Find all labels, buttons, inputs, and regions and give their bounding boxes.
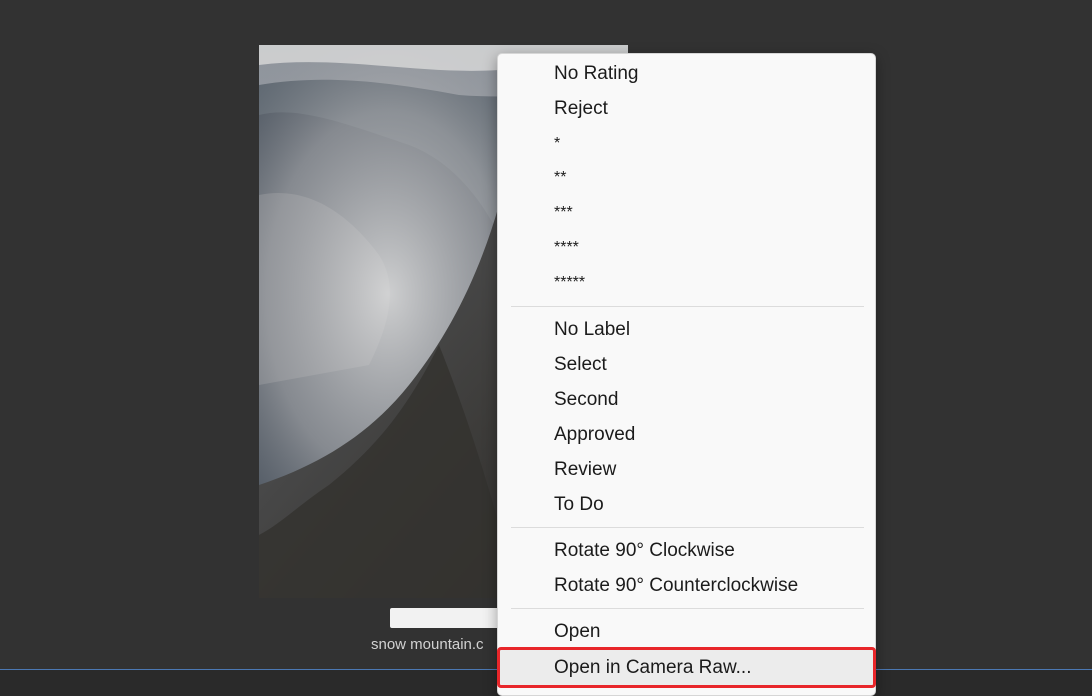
menu-item-rating-5[interactable]: ***** (500, 265, 873, 300)
menu-item-rating-2[interactable]: ** (500, 160, 873, 195)
menu-item-select[interactable]: Select (500, 347, 873, 382)
menu-item-rotate-counterclockwise[interactable]: Rotate 90° Counterclockwise (500, 568, 873, 603)
menu-item-rating-4[interactable]: **** (500, 230, 873, 265)
menu-separator (511, 527, 864, 528)
menu-item-open-in-camera-raw[interactable]: Open in Camera Raw... (497, 647, 876, 688)
menu-separator (511, 306, 864, 307)
menu-item-rating-1[interactable]: * (500, 126, 873, 161)
menu-item-no-label[interactable]: No Label (500, 312, 873, 347)
menu-item-open[interactable]: Open (500, 614, 873, 649)
menu-item-rating-3[interactable]: *** (500, 195, 873, 230)
menu-separator (511, 608, 864, 609)
menu-item-reject[interactable]: Reject (500, 91, 873, 126)
context-menu: No Rating Reject * ** *** **** ***** No … (497, 53, 876, 696)
menu-item-approved[interactable]: Approved (500, 417, 873, 452)
menu-item-review[interactable]: Review (500, 452, 873, 487)
bridge-content-panel: snow mountain.c No Rating Reject * ** **… (0, 0, 1092, 696)
menu-item-rotate-clockwise[interactable]: Rotate 90° Clockwise (500, 533, 873, 568)
menu-item-to-do[interactable]: To Do (500, 487, 873, 522)
menu-item-second[interactable]: Second (500, 382, 873, 417)
menu-item-no-rating[interactable]: No Rating (500, 56, 873, 91)
thumbnail-rating-bar[interactable] (390, 608, 502, 628)
thumbnail-filename[interactable]: snow mountain.c (371, 636, 497, 653)
